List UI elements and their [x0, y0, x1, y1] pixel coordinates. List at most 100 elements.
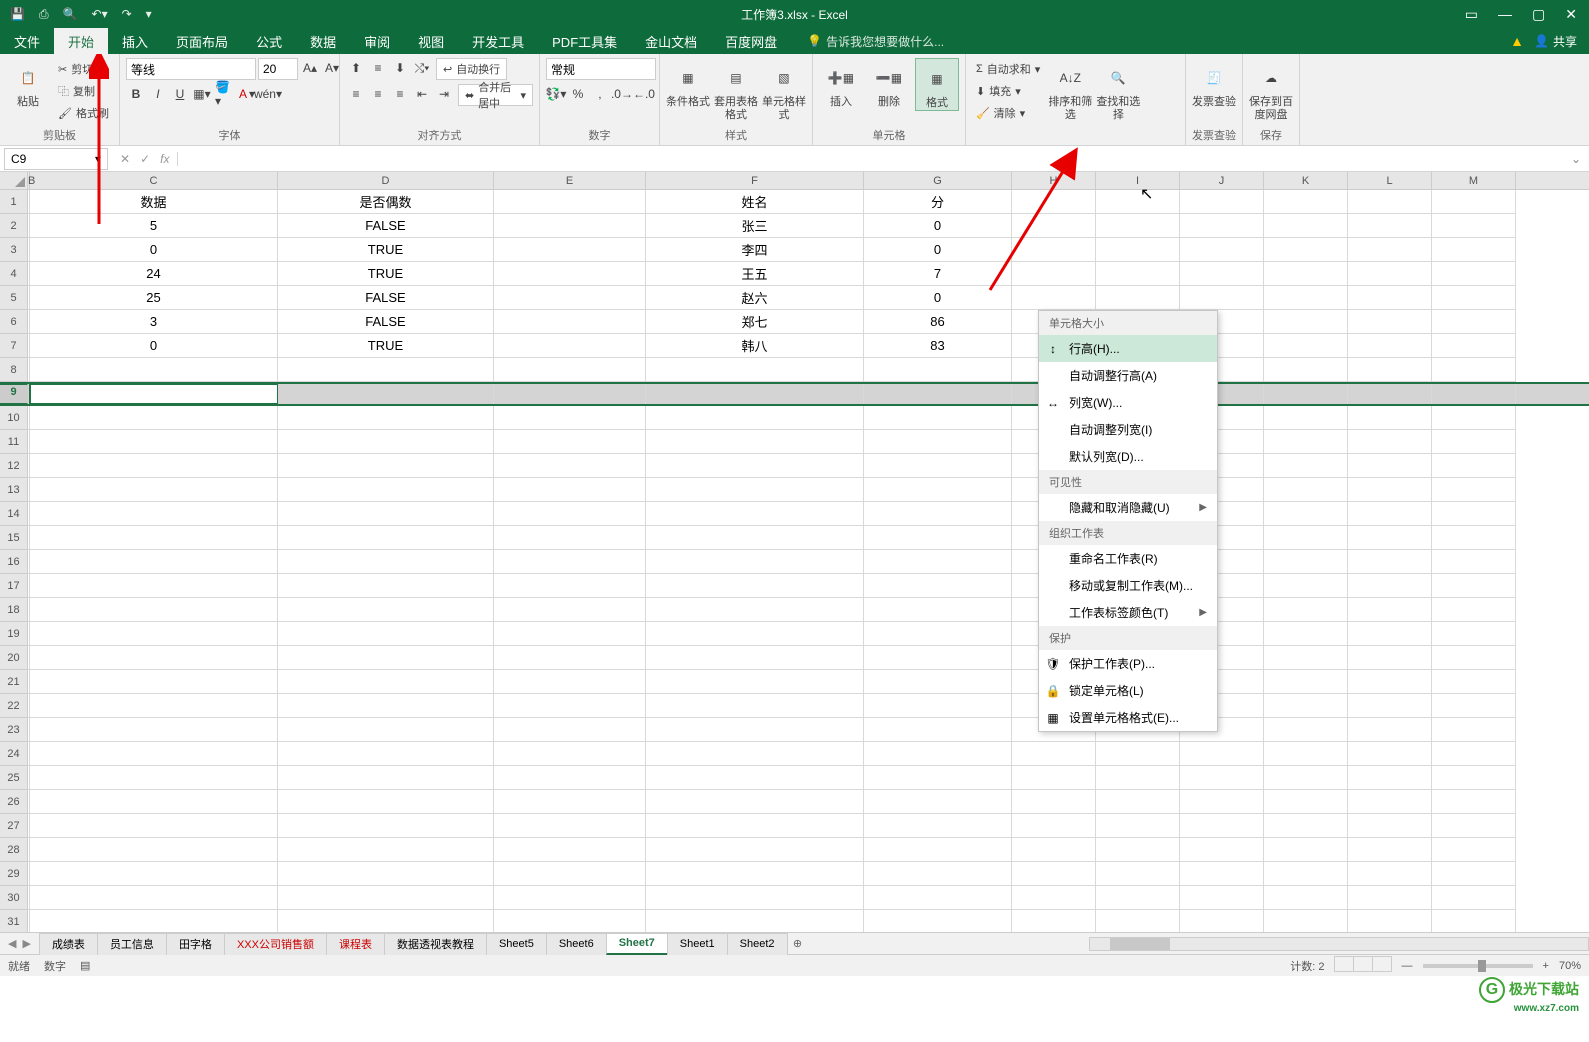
- cell[interactable]: [494, 886, 646, 910]
- cell[interactable]: [646, 384, 864, 404]
- align-bottom-icon[interactable]: ⬇: [390, 58, 410, 78]
- cell[interactable]: [864, 406, 1012, 430]
- cell[interactable]: [1180, 742, 1264, 766]
- bold-icon[interactable]: B: [126, 84, 146, 104]
- cell[interactable]: [1348, 286, 1432, 310]
- cell[interactable]: [1432, 478, 1516, 502]
- cell[interactable]: [1432, 742, 1516, 766]
- cell[interactable]: [864, 384, 1012, 404]
- cell[interactable]: [1264, 742, 1348, 766]
- cell[interactable]: FALSE: [278, 286, 494, 310]
- expand-formula-icon[interactable]: ⌄: [1563, 152, 1589, 166]
- row-header[interactable]: 26: [0, 790, 28, 814]
- tab-data[interactable]: 数据: [296, 28, 350, 54]
- cell[interactable]: [1264, 502, 1348, 526]
- cell[interactable]: [1432, 550, 1516, 574]
- cell[interactable]: [278, 862, 494, 886]
- cell[interactable]: [1012, 190, 1096, 214]
- cell[interactable]: [1264, 598, 1348, 622]
- cell[interactable]: [864, 886, 1012, 910]
- cell[interactable]: [864, 742, 1012, 766]
- cell[interactable]: [1348, 622, 1432, 646]
- cell[interactable]: 86: [864, 310, 1012, 334]
- sheet-nav-next-icon[interactable]: ▶: [22, 937, 30, 950]
- cell[interactable]: [278, 694, 494, 718]
- cell[interactable]: [278, 622, 494, 646]
- cell[interactable]: [1012, 838, 1096, 862]
- cell[interactable]: [646, 358, 864, 382]
- cell[interactable]: [1096, 286, 1180, 310]
- cell[interactable]: 0: [30, 334, 278, 358]
- paste-button[interactable]: 📋 粘贴: [6, 58, 50, 109]
- cell[interactable]: [30, 790, 278, 814]
- cell[interactable]: 是否偶数: [278, 190, 494, 214]
- cell[interactable]: [1096, 766, 1180, 790]
- formula-input[interactable]: [178, 149, 1562, 169]
- cell[interactable]: [1264, 262, 1348, 286]
- menu-tab-color[interactable]: 工作表标签颜色(T)▶: [1039, 599, 1217, 626]
- cell[interactable]: [278, 358, 494, 382]
- col-header[interactable]: F: [646, 172, 864, 189]
- cell[interactable]: [494, 358, 646, 382]
- align-center-icon[interactable]: ≡: [368, 84, 388, 104]
- comma-icon[interactable]: ,: [590, 84, 610, 104]
- cell[interactable]: [278, 598, 494, 622]
- cell[interactable]: 0: [30, 238, 278, 262]
- italic-icon[interactable]: I: [148, 84, 168, 104]
- row-header[interactable]: 23: [0, 718, 28, 742]
- cell[interactable]: [864, 526, 1012, 550]
- cell[interactable]: [278, 910, 494, 932]
- zoom-in-icon[interactable]: +: [1543, 960, 1549, 972]
- cell[interactable]: [1348, 262, 1432, 286]
- cell[interactable]: [1432, 886, 1516, 910]
- cell[interactable]: [1180, 286, 1264, 310]
- col-header[interactable]: C: [30, 172, 278, 189]
- cell[interactable]: 韩八: [646, 334, 864, 358]
- align-top-icon[interactable]: ⬆: [346, 58, 366, 78]
- horizontal-scrollbar[interactable]: [1089, 937, 1589, 951]
- cell[interactable]: 0: [864, 214, 1012, 238]
- cell[interactable]: [494, 598, 646, 622]
- col-header[interactable]: H: [1012, 172, 1096, 189]
- cell[interactable]: [864, 478, 1012, 502]
- cell[interactable]: [278, 718, 494, 742]
- tab-pdf[interactable]: PDF工具集: [538, 28, 631, 54]
- cell[interactable]: [1348, 406, 1432, 430]
- cell[interactable]: [30, 574, 278, 598]
- sheet-tab[interactable]: Sheet7: [606, 933, 668, 955]
- cell[interactable]: [1432, 910, 1516, 932]
- row-header[interactable]: 31: [0, 910, 28, 932]
- row-header[interactable]: 25: [0, 766, 28, 790]
- cell[interactable]: [30, 766, 278, 790]
- cell[interactable]: [1264, 670, 1348, 694]
- cell[interactable]: TRUE: [278, 262, 494, 286]
- cell[interactable]: [1432, 814, 1516, 838]
- tab-formula[interactable]: 公式: [242, 28, 296, 54]
- tab-file[interactable]: 文件: [0, 28, 54, 54]
- cell[interactable]: FALSE: [278, 214, 494, 238]
- cell[interactable]: [1432, 430, 1516, 454]
- select-all-corner[interactable]: [0, 172, 28, 189]
- cell[interactable]: [1348, 886, 1432, 910]
- cell[interactable]: [1348, 646, 1432, 670]
- cell[interactable]: [1180, 910, 1264, 932]
- save-icon[interactable]: 💾: [10, 7, 25, 21]
- preview-icon[interactable]: 🔍: [63, 7, 78, 21]
- cell[interactable]: [1012, 886, 1096, 910]
- cell[interactable]: [646, 790, 864, 814]
- row-header[interactable]: 2: [0, 214, 28, 238]
- sheet-tab[interactable]: 成绩表: [39, 933, 98, 955]
- merge-center-button[interactable]: ⬌ 合并后居中 ▾: [458, 84, 533, 106]
- col-header[interactable]: G: [864, 172, 1012, 189]
- sheet-tab[interactable]: XXX公司销售额: [224, 933, 327, 955]
- cell[interactable]: [1432, 718, 1516, 742]
- cell[interactable]: 0: [864, 286, 1012, 310]
- cell[interactable]: [30, 910, 278, 932]
- cell[interactable]: [864, 598, 1012, 622]
- cell[interactable]: [1432, 790, 1516, 814]
- align-left-icon[interactable]: ≡: [346, 84, 366, 104]
- sheet-tab[interactable]: Sheet5: [486, 933, 547, 955]
- cell[interactable]: [1096, 214, 1180, 238]
- cell[interactable]: [1264, 384, 1348, 404]
- cell[interactable]: [1348, 718, 1432, 742]
